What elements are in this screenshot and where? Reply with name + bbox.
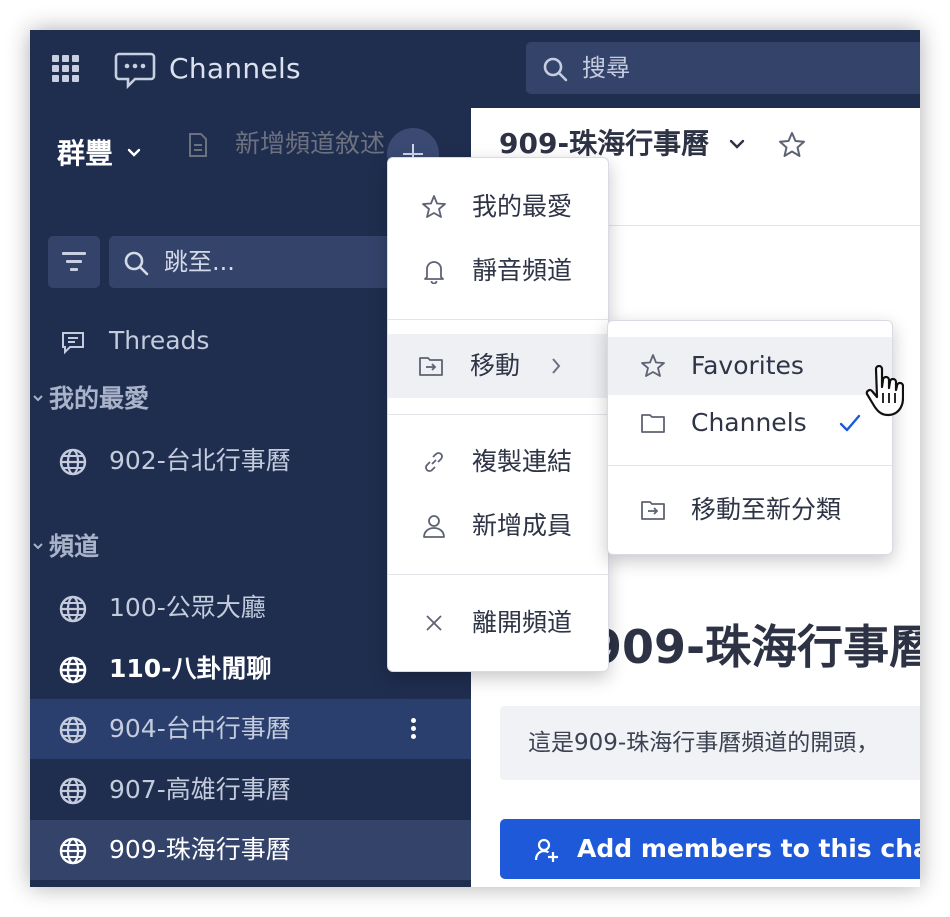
document-icon: [189, 133, 207, 157]
jump-placeholder: 跳至...: [164, 248, 235, 276]
globe-icon: [59, 448, 87, 476]
globe-icon: [59, 837, 87, 865]
link-icon: [425, 452, 443, 472]
check-icon: [839, 414, 861, 432]
folder-move-icon: [419, 357, 443, 376]
channel-options-icon[interactable]: [410, 716, 416, 742]
sidebar-item-channel[interactable]: 904-台中行事曆: [30, 699, 471, 759]
search-box[interactable]: 搜尋: [526, 42, 920, 94]
channel-context-menu: 我的最愛 靜音頻道 移動 複製連結 新增成員 離開頻道: [387, 157, 609, 672]
menu-divider: [388, 574, 608, 575]
folder-icon: [641, 414, 665, 433]
user-icon: [423, 515, 445, 538]
sidebar-item-label: 904-台中行事曆: [109, 714, 291, 743]
globe-icon: [59, 716, 87, 744]
category-label: 頻道: [49, 532, 100, 561]
sidebar-item-label: 100-公眾大廳: [109, 593, 266, 622]
category-channels[interactable]: 頻道: [30, 527, 330, 567]
globe-icon: [59, 595, 87, 623]
chevron-down-icon[interactable]: [729, 139, 745, 150]
submenu-item-new-category[interactable]: 移動至新分類: [608, 481, 892, 539]
sidebar-item-channel[interactable]: 907-高雄行事曆: [30, 760, 471, 820]
search-placeholder: 搜尋: [582, 54, 630, 82]
channel-intro-box: 這是909-珠海行事曆頻道的開頭，: [500, 706, 920, 780]
menu-item-copy-link[interactable]: 複製連結: [388, 430, 608, 494]
add-user-icon: [534, 838, 558, 862]
menu-item-mute[interactable]: 靜音頻道: [388, 239, 608, 303]
category-label: 我的最愛: [49, 384, 150, 413]
chevron-down-icon: [33, 543, 43, 550]
menu-item-add-members[interactable]: 新增成員: [388, 494, 608, 558]
menu-item-label: 靜音頻道: [472, 256, 573, 285]
product-menu-grid-icon[interactable]: [52, 55, 80, 83]
search-icon: [543, 57, 568, 82]
chevron-down-icon: [33, 395, 43, 402]
submenu-item-label: Channels: [691, 408, 807, 437]
chevron-right-icon: [552, 358, 561, 374]
globe-icon: [59, 656, 87, 684]
add-members-button[interactable]: Add members to this channel: [500, 819, 920, 879]
app-title: Channels: [169, 52, 301, 85]
submenu-item-label: 移動至新分類: [691, 495, 842, 524]
channel-intro-title: 909-珠海行事曆的: [590, 620, 920, 674]
close-icon: [426, 615, 442, 631]
menu-item-label: 移動: [470, 351, 521, 380]
channels-logo-icon: [114, 52, 156, 90]
submenu-item-favorites[interactable]: Favorites: [608, 337, 892, 395]
app-window: Channels 搜尋 群豐 跳至... Threads 我的最愛 902-台北…: [30, 30, 920, 887]
add-members-label: Add members to this channel: [577, 834, 920, 863]
hand-pointer-cursor-icon: [865, 365, 904, 417]
menu-item-label: 新增成員: [472, 511, 573, 540]
menu-item-label: 我的最愛: [472, 192, 573, 221]
menu-divider: [608, 465, 892, 466]
filter-button[interactable]: [48, 236, 100, 288]
menu-item-label: 離開頻道: [472, 608, 573, 637]
search-icon: [124, 251, 149, 276]
threads-icon: [62, 332, 84, 355]
sidebar-item-label: 909-珠海行事曆: [109, 835, 291, 864]
move-submenu: Favorites Channels 移動至新分類: [607, 320, 893, 555]
bell-icon: [424, 261, 444, 284]
sidebar-item-label: 110-八卦閒聊: [109, 654, 272, 683]
global-header: Channels 搜尋: [30, 30, 920, 108]
sidebar-item-label: 907-高雄行事曆: [109, 775, 291, 804]
menu-item-move[interactable]: 移動: [388, 334, 608, 398]
add-channel-description-link[interactable]: 新增頻道敘述: [235, 122, 385, 166]
chevron-down-icon[interactable]: [127, 148, 141, 158]
submenu-item-label: Favorites: [691, 351, 804, 380]
submenu-item-channels[interactable]: Channels: [608, 394, 892, 452]
category-favorites[interactable]: 我的最愛: [30, 379, 330, 419]
globe-icon: [59, 777, 87, 805]
sidebar-item-label: 902-台北行事曆: [109, 446, 291, 475]
menu-item-leave[interactable]: 離開頻道: [388, 591, 608, 655]
star-icon: [422, 195, 446, 218]
menu-item-favorite[interactable]: 我的最愛: [388, 175, 608, 239]
team-name[interactable]: 群豐: [57, 134, 113, 174]
menu-divider: [388, 414, 608, 415]
star-icon[interactable]: [777, 130, 807, 160]
channel-intro-text: 這是909-珠海行事曆頻道的開頭，: [528, 730, 880, 756]
sidebar-item-label: Threads: [109, 326, 210, 355]
menu-item-label: 複製連結: [472, 447, 573, 476]
star-icon: [641, 354, 665, 377]
menu-divider: [388, 319, 608, 320]
folder-move-icon: [641, 501, 665, 520]
sidebar-item-channel-active[interactable]: 909-珠海行事曆: [30, 820, 471, 880]
